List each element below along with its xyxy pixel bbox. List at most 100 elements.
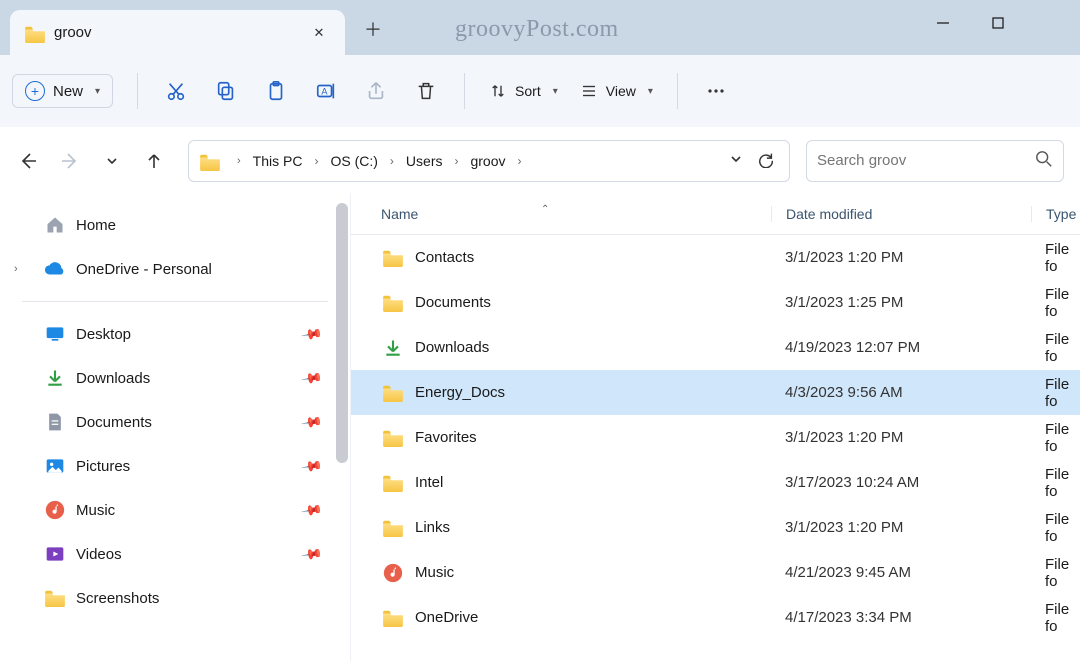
sidebar-item-music[interactable]: Music 📌 [0,488,350,532]
file-name: Music [415,564,771,581]
chevron-right-icon[interactable]: › [14,263,18,275]
watermark-text: groovyPost.com [455,16,619,43]
chevron-down-icon: ▾ [648,86,653,97]
sidebar-item-downloads[interactable]: Downloads 📌 [0,356,350,400]
chevron-right-icon[interactable]: › [308,154,324,168]
folder-icon [381,293,405,313]
search-box[interactable] [806,140,1064,182]
table-row[interactable]: OneDrive4/17/2023 3:34 PMFile fo [351,595,1080,640]
sidebar-item-label: Music [76,502,115,519]
navigation-pane: Home›OneDrive - Personal Desktop📌Downloa… [0,193,350,661]
folder-icon [381,518,405,538]
address-history-dropdown[interactable] [729,152,743,169]
column-header-type[interactable]: Type [1031,206,1080,222]
cut-button[interactable] [152,67,200,115]
forward-button[interactable] [52,143,88,179]
navigation-row: › This PC›OS (C:)›Users›groov› [0,128,1080,193]
more-button[interactable] [692,67,740,115]
column-header-date[interactable]: Date modified [771,206,1031,222]
table-row[interactable]: Contacts3/1/2023 1:20 PMFile fo [351,235,1080,280]
pin-icon: 📌 [299,410,323,434]
folder-icon [381,608,405,628]
chevron-right-icon[interactable]: › [384,154,400,168]
table-row[interactable]: Energy_Docs4/3/2023 9:56 AMFile fo [351,370,1080,415]
sort-ascending-icon: ⌃ [541,204,549,215]
table-row[interactable]: Intel3/17/2023 10:24 AMFile fo [351,460,1080,505]
sidebar-item-home[interactable]: Home [0,203,350,247]
sidebar-item-screenshots[interactable]: Screenshots [0,576,350,620]
breadcrumb-segment[interactable]: Users [400,149,449,173]
maximize-button[interactable] [970,0,1025,45]
copy-button[interactable] [202,67,250,115]
column-headers: Name⌃ Date modified Type [351,193,1080,235]
toolbar-separator [677,73,678,109]
close-tab-button[interactable]: ✕ [307,21,331,45]
downloads-icon [44,367,66,389]
folder-icon [381,428,405,448]
rename-button[interactable]: A [302,67,350,115]
table-row[interactable]: Favorites3/1/2023 1:20 PMFile fo [351,415,1080,460]
address-bar[interactable]: › This PC›OS (C:)›Users›groov› [188,140,790,182]
tab-active[interactable]: groov ✕ [10,10,345,55]
sidebar-item-label: Videos [76,546,122,563]
pin-icon: 📌 [299,366,323,390]
chevron-right-icon[interactable]: › [512,154,528,168]
sidebar-item-pictures[interactable]: Pictures📌 [0,444,350,488]
file-type: File fo [1031,511,1080,545]
up-button[interactable] [136,143,172,179]
search-icon [1035,150,1053,171]
chevron-down-icon: ▾ [95,86,100,97]
paste-button[interactable] [252,67,300,115]
file-name: Intel [415,474,771,491]
file-name: OneDrive [415,609,771,626]
file-name: Energy_Docs [415,384,771,401]
pictures-icon [44,455,66,477]
back-button[interactable] [10,143,46,179]
file-type: File fo [1031,331,1080,365]
plus-circle-icon: + [25,81,45,101]
new-button[interactable]: + New ▾ [12,74,113,108]
folder-icon [381,473,405,493]
sidebar-item-desktop[interactable]: Desktop📌 [0,312,350,356]
minimize-button[interactable] [915,0,970,45]
sidebar-item-videos[interactable]: Videos 📌 [0,532,350,576]
file-date: 3/17/2023 10:24 AM [771,474,1031,491]
share-button[interactable] [352,67,400,115]
file-date: 4/17/2023 3:34 PM [771,609,1031,626]
table-row[interactable]: Links3/1/2023 1:20 PMFile fo [351,505,1080,550]
breadcrumb-segment[interactable]: groov [464,149,511,173]
refresh-button[interactable] [757,150,775,171]
toolbar: + New ▾ A Sort ▾ View ▾ [0,55,1080,128]
breadcrumb-segment[interactable]: This PC [247,149,309,173]
breadcrumb-segment[interactable]: OS (C:) [324,149,383,173]
sidebar-item-label: Documents [76,414,152,431]
pin-icon: 📌 [299,322,323,346]
sidebar-item-onedrive---personal[interactable]: ›OneDrive - Personal [0,247,350,291]
pin-icon: 📌 [299,498,323,522]
sidebar-item-label: Downloads [76,370,150,387]
sidebar-scrollbar[interactable] [334,203,350,651]
pin-icon: 📌 [299,454,323,478]
chevron-right-icon[interactable]: › [448,154,464,168]
column-header-name[interactable]: Name⌃ [381,206,771,222]
view-button[interactable]: View ▾ [570,76,663,106]
search-input[interactable] [817,152,1035,169]
table-row[interactable]: Documents3/1/2023 1:25 PMFile fo [351,280,1080,325]
file-name: Downloads [415,339,771,356]
chevron-right-icon[interactable]: › [231,155,247,167]
scrollbar-thumb[interactable] [336,203,348,463]
music-icon [381,563,405,583]
new-tab-button[interactable]: ＋ [353,9,393,49]
delete-button[interactable] [402,67,450,115]
tab-title: groov [54,24,307,41]
table-row[interactable]: Downloads4/19/2023 12:07 PMFile fo [351,325,1080,370]
recent-dropdown[interactable] [94,143,130,179]
onedrive-icon [44,258,66,280]
file-date: 4/21/2023 9:45 AM [771,564,1031,581]
table-row[interactable]: Music4/21/2023 9:45 AMFile fo [351,550,1080,595]
sidebar-item-documents[interactable]: Documents 📌 [0,400,350,444]
sort-button[interactable]: Sort ▾ [479,76,568,106]
file-date: 3/1/2023 1:25 PM [771,294,1031,311]
pin-icon: 📌 [299,542,323,566]
file-date: 4/3/2023 9:56 AM [771,384,1031,401]
